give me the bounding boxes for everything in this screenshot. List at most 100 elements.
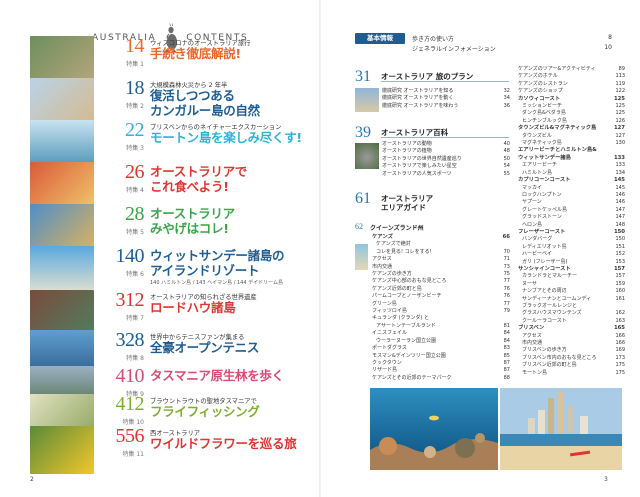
toc-entry[interactable]: アクセス 71 <box>372 256 510 263</box>
toc-entry-page: 32 <box>503 88 510 94</box>
toc-entry[interactable]: ロックハンプトン 146 <box>518 192 625 199</box>
toc-entry-page: 159 <box>615 280 625 287</box>
toc-entry-text: グレートケッペル島 <box>522 206 568 213</box>
toc-entry[interactable]: リザード島 87 <box>372 367 510 374</box>
toc-entry-text: タウンズビル&マグネティック島 <box>518 125 597 132</box>
feature-index: 特集 11 <box>122 451 144 458</box>
toc-entry[interactable]: イニスフェイル 84 <box>372 330 510 337</box>
toc-entry-page: 152 <box>615 251 625 258</box>
toc-entry[interactable]: キュランダ (クランダ) と <box>372 315 510 322</box>
toc-entry[interactable]: 徹底研究 オーストラリアを動く 34 <box>382 95 510 102</box>
toc-entry[interactable]: ハミルトン島 134 <box>518 170 625 177</box>
toc-entry-text: ケアンズのツアー&アクティビティ <box>518 66 596 72</box>
toc-entry[interactable]: グリーン島 77 <box>372 301 510 308</box>
toc-entry[interactable]: オーストラリアの植物 48 <box>382 148 510 155</box>
toc-entry[interactable]: ヘロン島 148 <box>518 222 625 229</box>
toc-entry[interactable]: ポートダグラス 83 <box>372 345 510 352</box>
toc-entry[interactable]: ハービーベイ 152 <box>518 251 625 258</box>
kihon-line[interactable]: 歩き方の使い方 8 <box>412 34 612 43</box>
toc-entry[interactable]: アサートンテーブルランド 81 <box>372 323 510 330</box>
toc-entry-text: ヘロン島 <box>522 221 543 228</box>
toc-entry[interactable]: ナンブアとその周辺 160 <box>518 288 625 295</box>
toc-entry[interactable]: ブリスベンの歩き方 169 <box>518 347 625 354</box>
kihon-line[interactable]: ジェネラルインフォメーション 10 <box>412 44 612 53</box>
toc-entry-text: ナンブアとその周辺 <box>522 288 567 295</box>
toc-entry[interactable]: ケアンズとその近郊のテーマパーク 88 <box>372 375 510 382</box>
toc-entry[interactable]: オーストラリアで楽しみたい星空 54 <box>382 163 510 170</box>
toc-entry-page: 48 <box>503 148 510 155</box>
toc-entry-text: 徹底研究 オーストラリアを味わう <box>382 102 459 109</box>
toc-heading[interactable]: エアリービーチとハミルトン島& <box>518 147 625 154</box>
toc-entry-page: 169 <box>615 347 625 354</box>
toc-entry-text: タウンズビル <box>522 132 552 139</box>
toc-heading[interactable]: ブリスベン 165 <box>518 325 625 332</box>
toc-heading[interactable]: カプリコーンコースト 145 <box>518 177 625 184</box>
toc-entry-text: バンダバーグ <box>522 236 553 243</box>
page-number-right: 3 <box>604 476 608 483</box>
qld-heading: 62 クイーンズランド州 <box>355 222 510 232</box>
feature-item[interactable]: 140 特集 6 ウィットサンデー諸島の アイランドリゾート 140 ハミルトン島 / … <box>30 246 315 296</box>
toc-entry[interactable]: モートン島 175 <box>518 370 625 377</box>
toc-heading[interactable]: サンシャインコースト 157 <box>518 266 625 273</box>
toc-entry-text: ロックハンプトン <box>522 191 562 198</box>
toc-entry[interactable]: 徹底研究 オーストラリアを味わう 36 <box>382 103 510 110</box>
toc-entry-page: 163 <box>615 317 625 324</box>
toc-entry[interactable]: グレートケッペル島 147 <box>518 207 625 214</box>
toc-entry[interactable]: コレを見る! コレをする! 70 <box>372 249 510 256</box>
toc-entry[interactable]: ケアンズのショップ 122 <box>518 88 625 95</box>
toc-entry[interactable]: ケアンズで絶対 <box>372 241 510 248</box>
toc-entry[interactable]: ブリスベン近郊の町と島 175 <box>518 362 625 369</box>
toc-entry-page: 125 <box>613 95 625 102</box>
feature-page-number: 14 <box>125 35 145 57</box>
toc-entry[interactable]: アクセス 166 <box>518 333 625 340</box>
feature-index: 特集 1 <box>126 61 144 68</box>
toc-entry[interactable]: グラッドストーン 147 <box>518 214 625 221</box>
toc-entry[interactable]: ウーラーヌーラン国立公園 84 <box>372 338 510 345</box>
toc-entry[interactable]: グラスハウスマウンテンズ 162 <box>518 310 625 317</box>
toc-entry-page: 122 <box>615 88 625 95</box>
contents-spread: AUSTRALIA CONTENTS 14 特集 1 ウィズコロナのオーストラリア旅… <box>0 0 640 497</box>
toc-entry[interactable]: ケアンズのホテル 113 <box>518 73 625 80</box>
toc-entry-page: 150 <box>613 228 625 235</box>
toc-entry-text: ミッションビーチ <box>522 103 563 110</box>
toc-entry-page: 40 <box>503 141 510 147</box>
toc-entry-text: フィッツロイ島 <box>372 308 407 315</box>
toc-entry-page: 119 <box>615 80 625 87</box>
toc-entry[interactable]: モスマン&デインツリー国立公園 85 <box>372 353 510 360</box>
toc-entry-page: 73 <box>503 263 510 270</box>
toc-entry-text: クールーラコースト <box>522 317 567 324</box>
toc-entry[interactable]: カランドラとマルーチー 157 <box>518 273 625 280</box>
toc-entry-text: ブラックオールレンジと <box>522 303 578 309</box>
toc-entry[interactable]: オーストラリアの人気スポーツ 55 <box>382 171 510 178</box>
toc-entry[interactable]: タウンズビル 127 <box>518 133 625 140</box>
toc-entry[interactable]: ダンク島&ベダラ島 125 <box>518 110 625 117</box>
toc-entry[interactable]: 市内交通 73 <box>372 264 510 271</box>
toc-entry-page: 160 <box>615 288 625 295</box>
toc-entry-page: 130 <box>615 140 625 147</box>
toc-entry[interactable]: パームコーブとノーザンビーチ 76 <box>372 293 510 300</box>
feature-photo <box>30 120 94 168</box>
toc-entry[interactable]: ヤプーン 146 <box>518 199 625 206</box>
toc-entry-page: 50 <box>503 155 510 162</box>
toc-entry-text: レディエリオット島 <box>522 243 567 250</box>
toc-entry-text: エアリービーチとハミルトン島& <box>518 147 597 154</box>
toc-entry-page: 147 <box>615 214 625 221</box>
feature-photo <box>30 36 94 84</box>
toc-entry[interactable]: ケアンズ中心部のおもな見どころ 77 <box>372 278 510 285</box>
toc-heading[interactable]: タウンズビル&マグネティック島 127 <box>518 125 625 132</box>
feature-index: 特集 6 <box>126 271 144 278</box>
toc-entry-page: 113 <box>615 73 625 80</box>
feature-item[interactable]: 556 特集 11 西オーストラリア ワイルドフラワーを巡る旅 <box>30 426 315 476</box>
toc-entry[interactable]: バンダバーグ 150 <box>518 236 625 243</box>
toc-entry-text: ヤプーン <box>522 199 542 206</box>
toc-entry[interactable]: ガリ (フレーザー島) 153 <box>518 259 625 266</box>
toc-entry-text: グラスハウスマウンテンズ <box>522 310 582 317</box>
toc-entry[interactable]: サンディーナンとユームンディ 161 <box>518 296 625 303</box>
toc-entry-text: コレを見る! コレをする! <box>376 248 432 255</box>
feature-title: オーストラリア <box>150 206 235 221</box>
toc-entry[interactable]: エアリービーチ 133 <box>518 162 625 169</box>
toc-entry-page: 89 <box>618 66 625 72</box>
feature-page-number: 28 <box>125 203 145 225</box>
toc-heading[interactable]: カソウィコースト 125 <box>518 96 625 103</box>
toc-entry[interactable]: マッカイ 145 <box>518 185 625 192</box>
